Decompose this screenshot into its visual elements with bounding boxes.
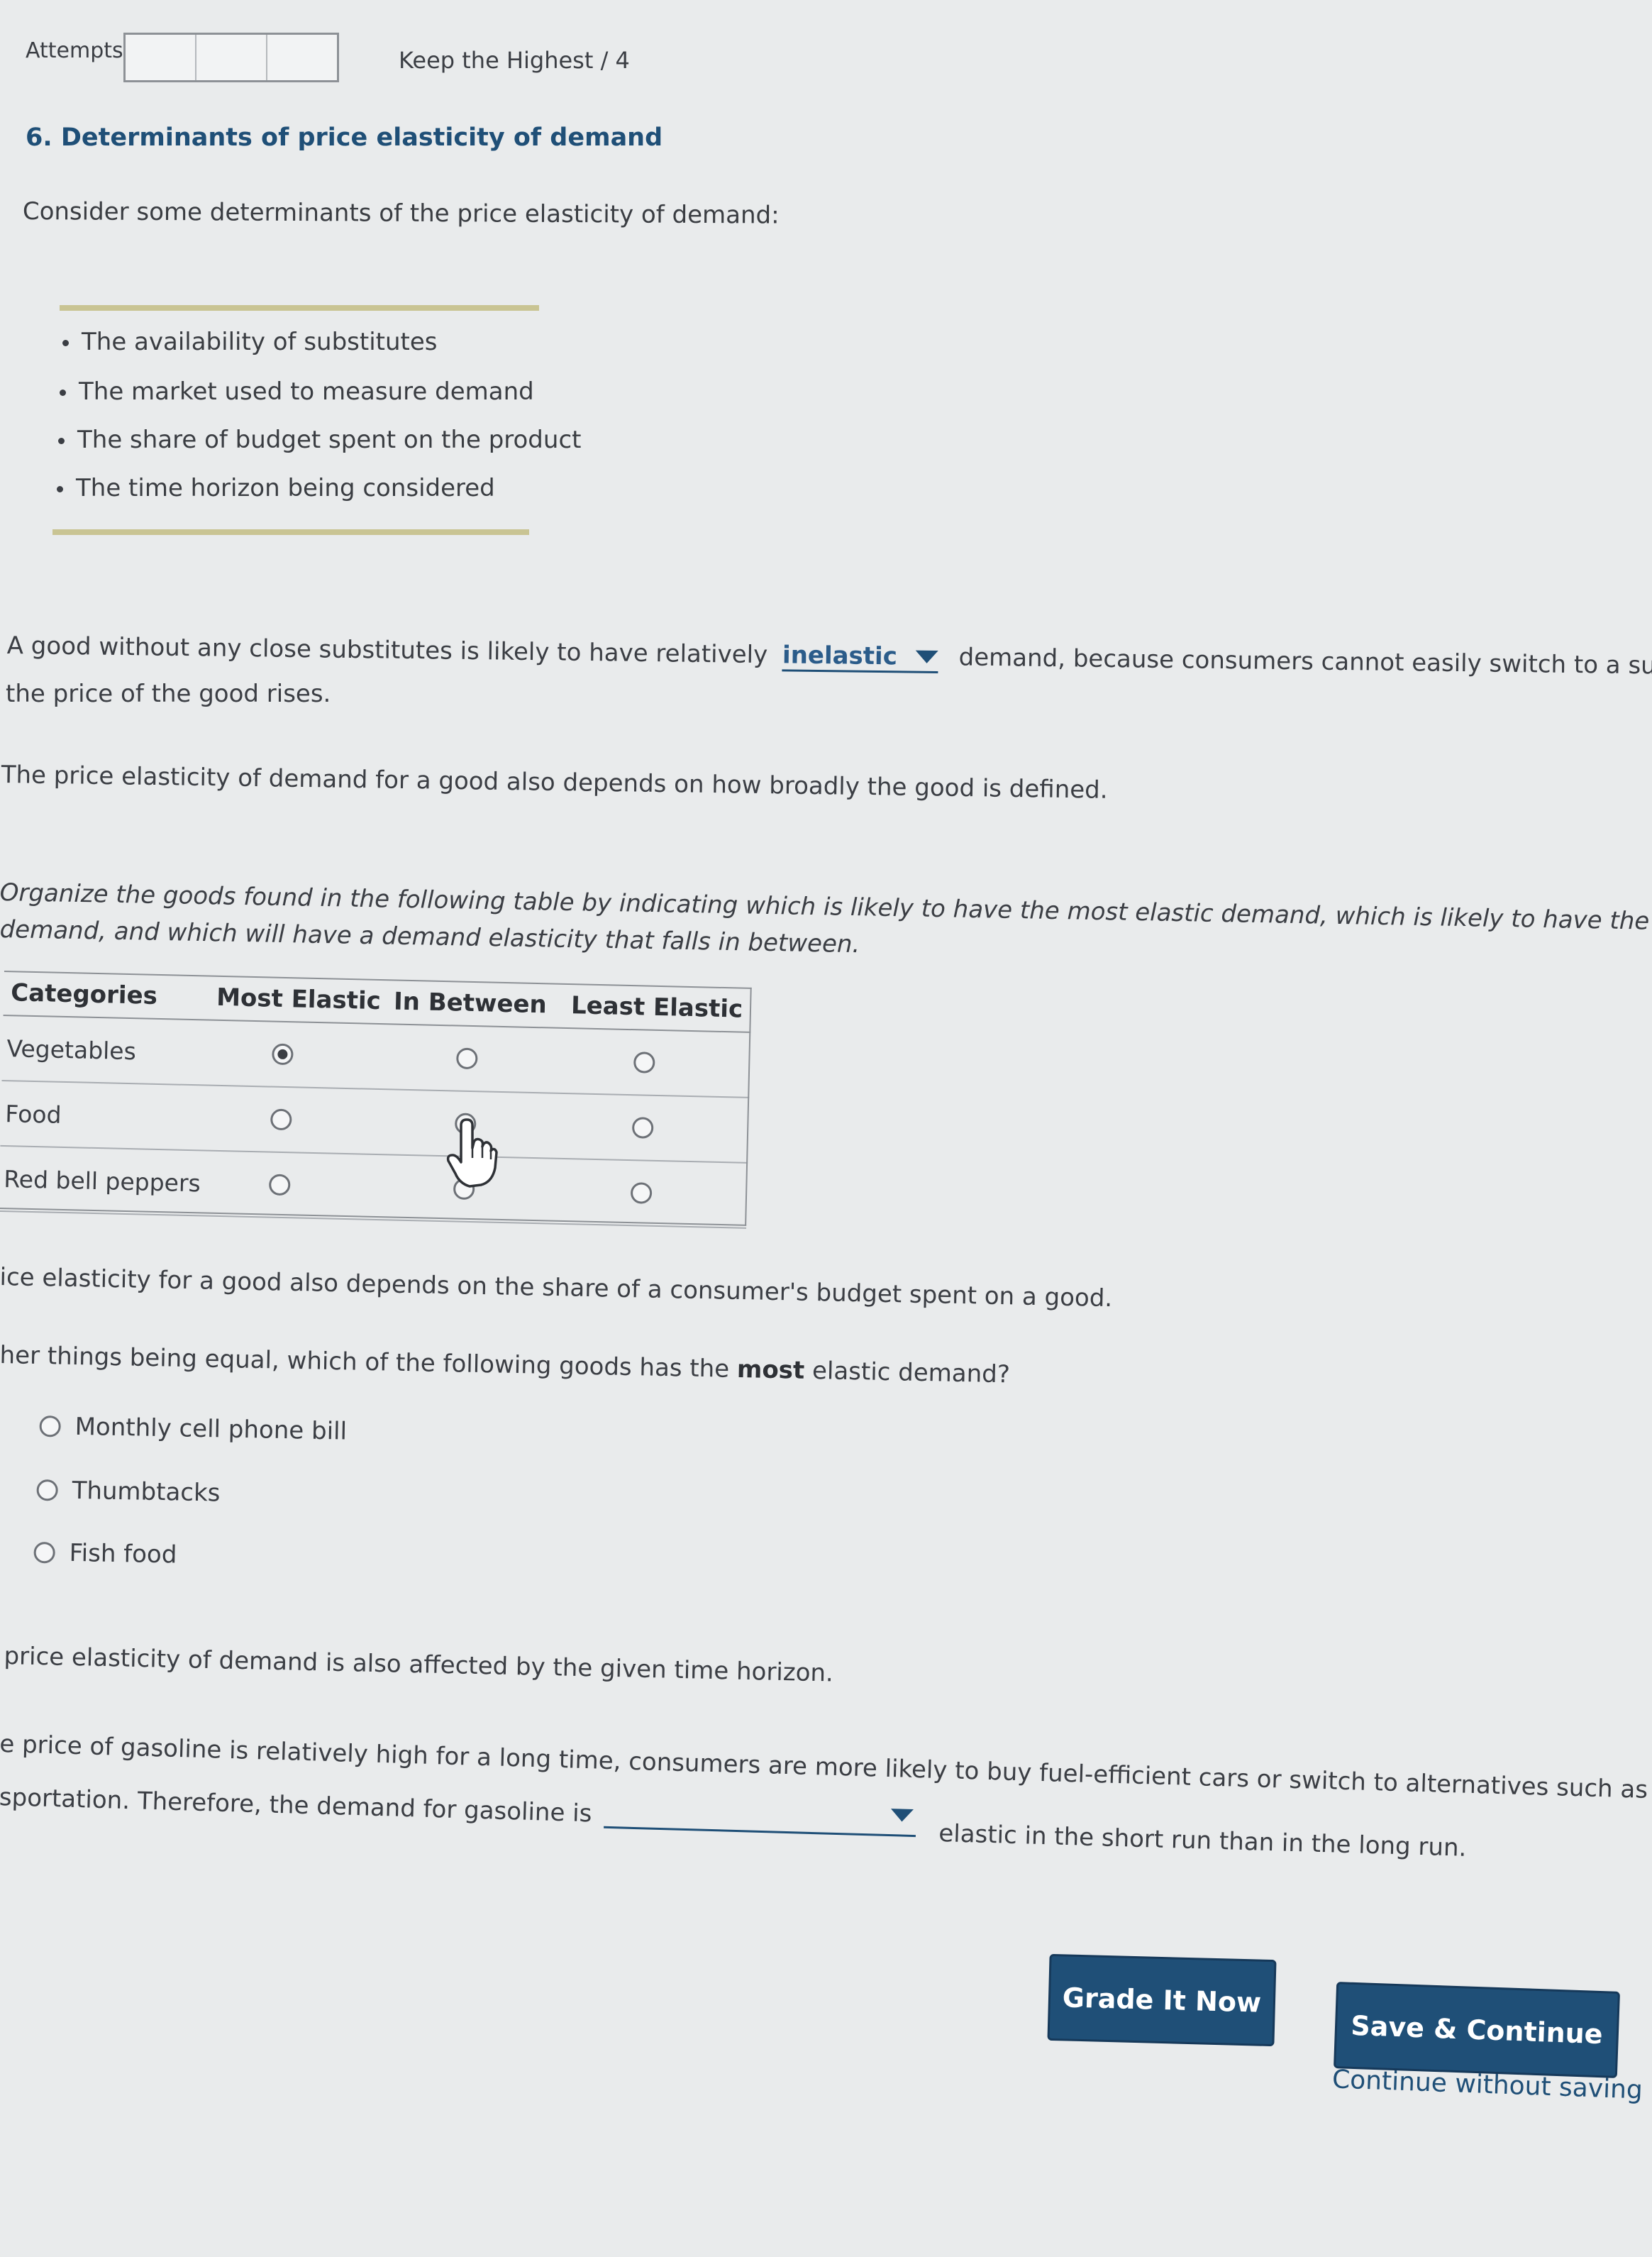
question-intro: Consider some determinants of the price … [22, 197, 780, 230]
question-text: her things being equal, which of the fol… [0, 1341, 730, 1384]
option-label: Thumbtacks [72, 1476, 221, 1508]
definition-text: The price elasticity of demand for a goo… [1, 761, 1108, 805]
column-header: Most Elastic [216, 983, 382, 1016]
determinant-text: The share of budget spent on the product [77, 426, 582, 454]
grade-it-now-button[interactable]: Grade It Now [1047, 1953, 1277, 2047]
determinant-item: The market used to measure demand [60, 377, 534, 406]
radio-vegetables-in-between[interactable] [456, 1047, 478, 1070]
sentence-text: elastic in the short run than in the lon… [938, 1819, 1467, 1863]
sentence-text: A good without any close substitutes is … [6, 631, 768, 670]
table-instruction-line2: demand, and which will have a demand ela… [0, 915, 860, 959]
divider-top [60, 305, 539, 311]
column-header: In Between [393, 987, 548, 1020]
radio-icon[interactable] [36, 1479, 58, 1501]
determinant-item: The time horizon being considered [57, 474, 495, 502]
attempt-boxes [123, 33, 339, 82]
determinant-text: The availability of substitutes [82, 328, 438, 356]
category-cell: Red bell peppers [3, 1164, 201, 1197]
hand-cursor-icon [446, 1118, 498, 1188]
determinant-text: The time horizon being considered [76, 474, 495, 502]
caret-down-icon [890, 1809, 914, 1822]
divider-bottom [52, 529, 529, 535]
radio-icon[interactable] [33, 1541, 55, 1564]
question-title: 6. Determinants of price elasticity of d… [26, 123, 663, 152]
radio-food-least-elastic[interactable] [631, 1117, 654, 1139]
bullet-icon [58, 438, 65, 444]
substitutes-sentence: A good without any close substitutes is … [6, 631, 1652, 684]
bullet-icon [57, 486, 63, 492]
question-emphasis: most [736, 1354, 805, 1385]
budget-question: her things being equal, which of the fol… [0, 1341, 1010, 1389]
attempt-box [196, 35, 267, 80]
elasticity-table: Categories Most Elastic In Between Least… [0, 971, 752, 1229]
save-and-continue-button[interactable]: Save & Continue [1333, 1982, 1621, 2078]
option-label: Monthly cell phone bill [74, 1412, 348, 1446]
dropdown-value: inelastic [782, 641, 898, 671]
radio-red-bell-peppers-most-elastic[interactable] [268, 1174, 291, 1196]
radio-vegetables-most-elastic[interactable] [272, 1043, 294, 1066]
attempt-box [267, 35, 337, 80]
option-monthly-cell-phone-bill[interactable]: Monthly cell phone bill [39, 1412, 347, 1446]
radio-vegetables-least-elastic[interactable] [633, 1052, 655, 1074]
option-label: Fish food [69, 1538, 177, 1569]
category-cell: Food [4, 1099, 62, 1129]
budget-text: ice elasticity for a good also depends o… [0, 1263, 1113, 1313]
keep-highest-label: Keep the Highest / 4 [399, 47, 630, 74]
radio-icon[interactable] [39, 1415, 61, 1437]
sentence-text: sportation. Therefore, the demand for ga… [0, 1782, 592, 1828]
sentence-text: demand, because consumers cannot easily … [958, 643, 1652, 682]
option-fish-food[interactable]: Fish food [33, 1538, 177, 1569]
bullet-icon [60, 390, 66, 396]
category-cell: Vegetables [6, 1034, 137, 1065]
attempt-box [126, 35, 196, 80]
gasoline-elasticity-dropdown[interactable] [603, 1787, 917, 1838]
determinant-item: The availability of substitutes [62, 328, 438, 356]
caret-down-icon [915, 650, 938, 664]
column-header: Least Elastic [570, 991, 743, 1024]
radio-red-bell-peppers-least-elastic[interactable] [630, 1182, 653, 1204]
substitutes-sentence-line2: the price of the good rises. [6, 680, 331, 708]
time-horizon-text: price elasticity of demand is also affec… [4, 1642, 834, 1688]
determinant-item: The share of budget spent on the product [58, 426, 581, 454]
question-text: elastic demand? [811, 1356, 1011, 1389]
radio-food-most-elastic[interactable] [270, 1108, 292, 1131]
substitutes-dropdown[interactable]: inelastic [782, 641, 939, 674]
option-thumbtacks[interactable]: Thumbtacks [36, 1476, 221, 1508]
column-header: Categories [10, 978, 158, 1010]
bullet-icon [62, 340, 69, 346]
determinant-text: The market used to measure demand [79, 377, 534, 406]
attempts-label: Attempts [26, 38, 123, 63]
